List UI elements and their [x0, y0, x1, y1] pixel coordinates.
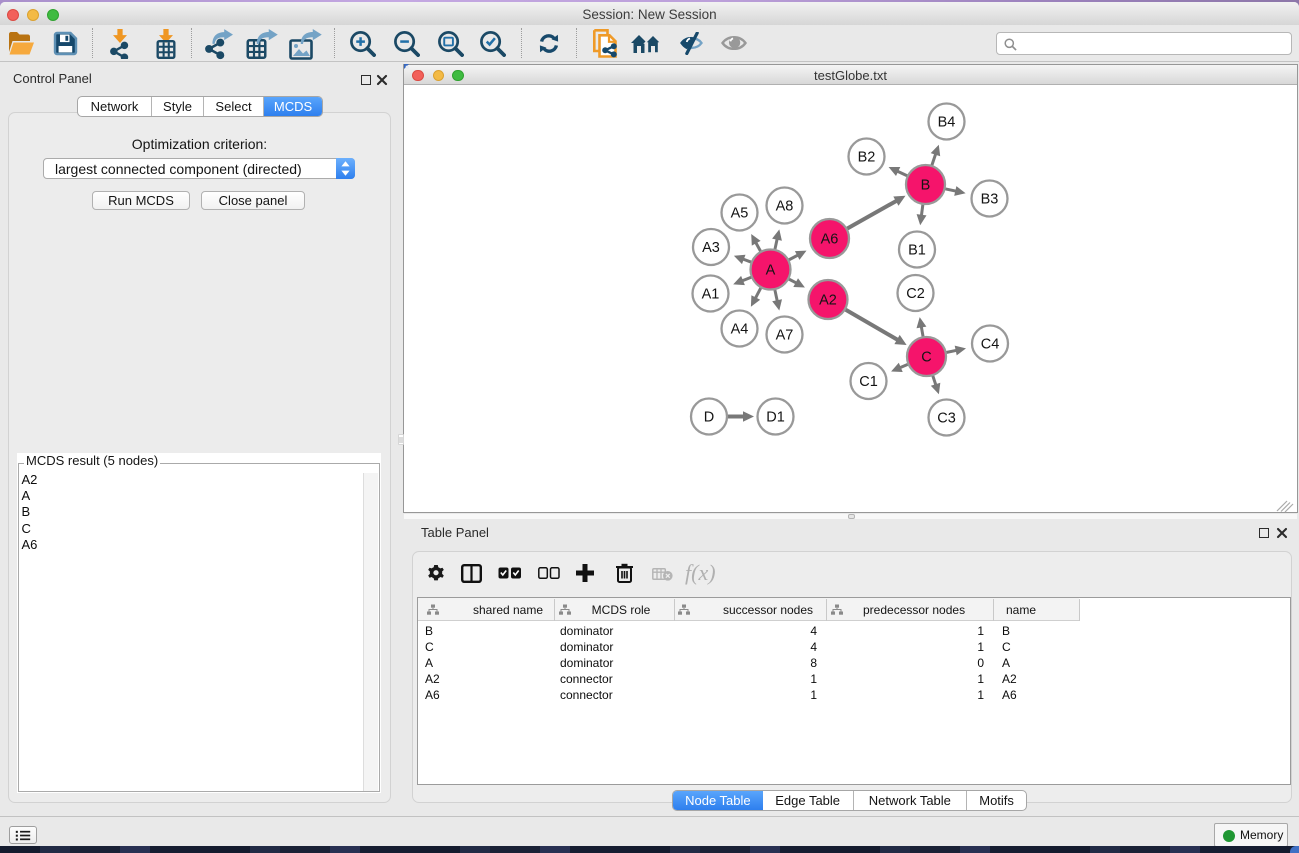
svg-text:C4: C4 [981, 337, 1000, 353]
svg-text:C2: C2 [906, 286, 925, 302]
svg-text:C3: C3 [937, 411, 956, 427]
svg-text:A6: A6 [821, 232, 839, 248]
svg-text:A: A [766, 263, 776, 279]
svg-text:B1: B1 [908, 243, 926, 259]
svg-text:B3: B3 [981, 192, 999, 208]
svg-text:A3: A3 [702, 240, 720, 256]
svg-text:D1: D1 [766, 410, 785, 426]
svg-text:B2: B2 [858, 150, 876, 166]
svg-text:B: B [921, 178, 931, 194]
svg-text:C: C [921, 350, 931, 366]
svg-text:A4: A4 [731, 322, 749, 338]
svg-text:A5: A5 [731, 206, 749, 222]
svg-text:A7: A7 [776, 328, 794, 344]
svg-text:A2: A2 [819, 293, 837, 309]
svg-text:C1: C1 [859, 374, 878, 390]
svg-text:A1: A1 [702, 287, 720, 303]
svg-text:A8: A8 [776, 199, 794, 215]
svg-text:B4: B4 [938, 115, 956, 131]
svg-text:D: D [704, 410, 714, 426]
